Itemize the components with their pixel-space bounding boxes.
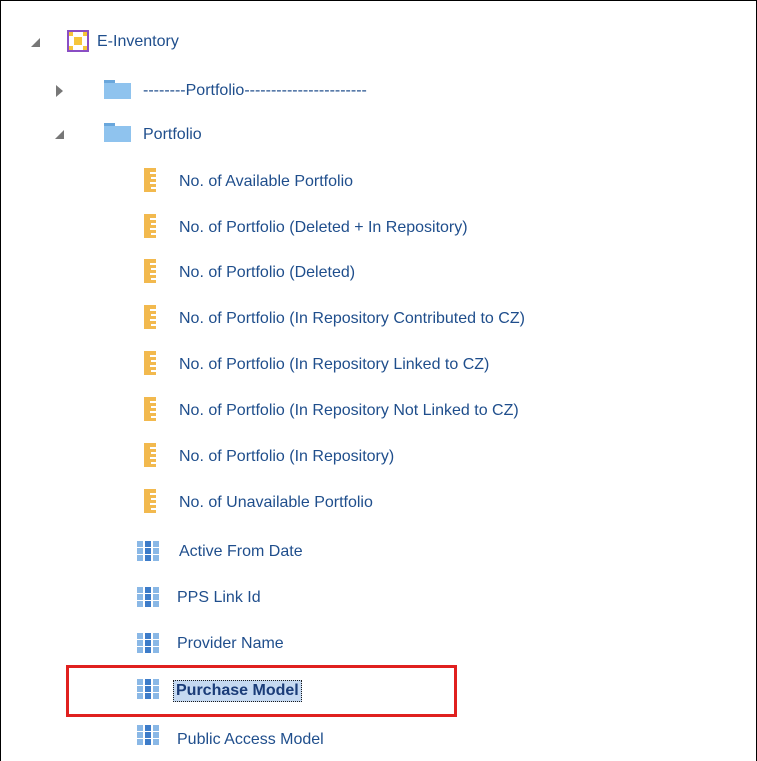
collapse-triangle-icon[interactable] bbox=[55, 130, 64, 139]
attribute-icon bbox=[137, 633, 159, 653]
tree-label-measure[interactable]: No. of Portfolio (In Repository Linked t… bbox=[179, 355, 489, 375]
measure-icon bbox=[144, 259, 156, 283]
attribute-icon bbox=[137, 541, 159, 561]
measure-icon bbox=[144, 397, 156, 421]
tree-label-measure[interactable]: No. of Portfolio (Deleted + In Repositor… bbox=[179, 218, 468, 238]
tree-label-attribute[interactable]: PPS Link Id bbox=[177, 588, 261, 608]
attribute-icon bbox=[137, 679, 159, 699]
measure-icon bbox=[144, 351, 156, 375]
tree-label-measure[interactable]: No. of Available Portfolio bbox=[179, 172, 353, 192]
tree-label-e-inventory[interactable]: E-Inventory bbox=[97, 32, 179, 52]
measure-icon bbox=[144, 443, 156, 467]
tree-label-measure[interactable]: No. of Portfolio (In Repository Not Link… bbox=[179, 401, 519, 421]
tree-label-folder-portfolio[interactable]: Portfolio bbox=[143, 125, 202, 145]
tree-label-measure[interactable]: No. of Portfolio (In Repository Contribu… bbox=[179, 309, 525, 329]
tree-label-measure[interactable]: No. of Portfolio (Deleted) bbox=[179, 263, 355, 283]
collapse-triangle-icon[interactable] bbox=[31, 38, 40, 47]
folder-icon bbox=[104, 123, 131, 143]
attribute-icon bbox=[137, 587, 159, 607]
tree-label-attribute[interactable]: Public Access Model bbox=[177, 730, 324, 750]
measure-icon bbox=[144, 168, 156, 192]
tree-label-attribute[interactable]: Provider Name bbox=[177, 634, 284, 654]
tree-label-measure[interactable]: No. of Portfolio (In Repository) bbox=[179, 447, 394, 467]
tree-label-measure[interactable]: No. of Unavailable Portfolio bbox=[179, 493, 373, 513]
tree-label-folder-separator[interactable]: --------Portfolio----------------------- bbox=[143, 81, 367, 101]
tree-label-attribute[interactable]: Active From Date bbox=[179, 542, 303, 562]
folder-icon bbox=[104, 80, 131, 100]
tree-panel: E-Inventory --------Portfolio-----------… bbox=[0, 0, 757, 761]
subject-area-icon bbox=[67, 30, 89, 52]
tree-label-selected[interactable]: Purchase Model bbox=[173, 680, 302, 702]
measure-icon bbox=[144, 214, 156, 238]
measure-icon bbox=[144, 489, 156, 513]
measure-icon bbox=[144, 305, 156, 329]
attribute-icon bbox=[137, 725, 159, 745]
expand-triangle-icon[interactable] bbox=[56, 85, 63, 97]
